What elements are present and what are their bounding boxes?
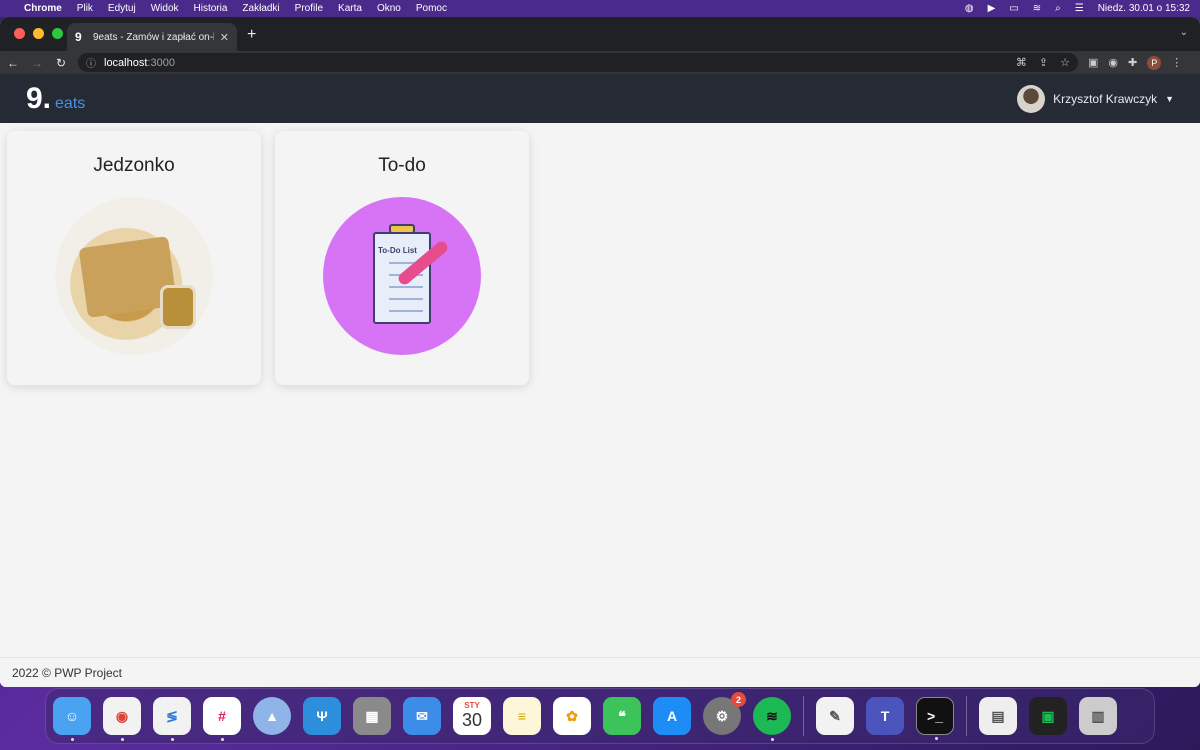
menu-item-historia[interactable]: Historia: [194, 3, 228, 14]
vscode-icon[interactable]: ≶: [153, 697, 191, 741]
app-navbar: 9. eats Krzysztof Krawczyk ▼: [0, 74, 1200, 123]
macos-menu-bar: Chrome Plik Edytuj Widok Historia Zakład…: [0, 0, 1200, 17]
favicon-icon: 9: [75, 30, 82, 44]
food-image: [55, 197, 213, 355]
finder-icon[interactable]: ☺: [53, 697, 91, 741]
app-store-icon[interactable]: A: [653, 697, 691, 735]
slack-icon[interactable]: #: [203, 697, 241, 741]
teams-icon[interactable]: T: [866, 697, 904, 735]
dock-separator: [966, 696, 967, 736]
back-icon[interactable]: ←: [6, 56, 20, 70]
window-controls: [14, 28, 63, 39]
clipboard-clip: [389, 224, 415, 234]
spotify-icon[interactable]: ≋: [753, 697, 791, 741]
mail-icon[interactable]: ✉: [403, 697, 441, 735]
trash-icon[interactable]: ▥: [1079, 697, 1117, 735]
calendar-icon[interactable]: STY 30: [453, 697, 491, 735]
puzzle-extensions-icon[interactable]: ✚: [1128, 56, 1137, 69]
menu-item-karta[interactable]: Karta: [338, 3, 362, 14]
share-icon[interactable]: ⇪: [1039, 56, 1048, 69]
tab-bar: 9 9eats - Zamów i zapłać on-line ✕ + ⌄: [0, 17, 1200, 51]
system-preferences-icon[interactable]: ⚙ 2: [703, 692, 746, 735]
translate-icon[interactable]: ⌘: [1016, 56, 1027, 69]
list-line: [389, 310, 423, 312]
control-center-icon[interactable]: ☰: [1075, 3, 1084, 14]
logo-number: 9.: [26, 81, 52, 115]
browser-toolbar: ← → ↻ ⓘ localhost:3000 ⌘ ⇪ ☆ ▣ ◉ ✚ P ⋮: [0, 51, 1200, 74]
keychain-icon[interactable]: ▲: [253, 697, 291, 735]
messages-icon[interactable]: ❝: [603, 697, 641, 735]
tab-title: 9eats - Zamów i zapłać on-line: [93, 31, 214, 43]
list-line: [389, 298, 423, 300]
notification-badge: 2: [731, 692, 746, 707]
extension-icon-2[interactable]: ◉: [1108, 56, 1118, 69]
todo-list-image: To-Do List: [323, 197, 481, 355]
launchpad-icon[interactable]: ▦: [353, 697, 391, 735]
maximize-window-button[interactable]: [52, 28, 63, 39]
logo-text: eats: [55, 94, 86, 112]
url-port: :3000: [147, 56, 175, 69]
footer-text: 2022 © PWP Project: [12, 666, 123, 680]
card-title: To-do: [378, 155, 426, 176]
tab-search-icon[interactable]: ⌄: [1180, 27, 1188, 38]
play-icon[interactable]: ▶: [988, 3, 996, 14]
menu-app-name[interactable]: Chrome: [24, 3, 62, 14]
browser-window: 9 9eats - Zamów i zapłać on-line ✕ + ⌄ ←…: [0, 17, 1200, 687]
extensions-area: ▣ ◉ ✚ P ⋮: [1088, 55, 1182, 70]
user-avatar: [1017, 84, 1046, 113]
chrome-menu-icon[interactable]: ⋮: [1171, 56, 1182, 69]
document-icon[interactable]: ▤: [979, 697, 1017, 735]
profile-avatar[interactable]: P: [1147, 55, 1162, 70]
list-line: [389, 286, 423, 288]
menu-item-profile[interactable]: Profile: [295, 3, 323, 14]
reload-icon[interactable]: ↻: [54, 56, 68, 70]
site-info-icon[interactable]: ⓘ: [86, 55, 96, 70]
forward-icon[interactable]: →: [30, 56, 44, 70]
extension-icon[interactable]: ▣: [1088, 56, 1098, 69]
menu-item-plik[interactable]: Plik: [77, 3, 93, 14]
user-name: Krzysztof Krawczyk: [1053, 91, 1158, 106]
clipboard-title: To-Do List: [378, 246, 417, 255]
menu-item-pomoc[interactable]: Pomoc: [416, 3, 447, 14]
calendar-day: 30: [461, 710, 483, 730]
bookmark-star-icon[interactable]: ☆: [1060, 56, 1070, 69]
url-host: localhost: [104, 56, 148, 69]
macos-dock: ☺ ◉ ≶ # ▲ Ψ ▦ ✉ STY 30 ≡ ✿ ❝ A ⚙ 2 ≋ ✎ T …: [45, 688, 1155, 744]
terminal-icon[interactable]: >_: [916, 697, 954, 740]
menu-item-edytuj[interactable]: Edytuj: [108, 3, 136, 14]
photos-icon[interactable]: ✿: [553, 697, 591, 735]
menu-item-okno[interactable]: Okno: [377, 3, 401, 14]
menubar-clock[interactable]: Niedz. 30.01 o 15:32: [1098, 3, 1190, 14]
sauce-cup: [160, 285, 196, 329]
address-bar[interactable]: ⓘ localhost:3000 ⌘ ⇪ ☆: [78, 53, 1078, 72]
close-window-button[interactable]: [14, 28, 25, 39]
chrome-icon[interactable]: ◉: [103, 697, 141, 741]
card-jedzonko[interactable]: Jedzonko: [7, 131, 261, 385]
caret-down-icon: ▼: [1165, 93, 1174, 104]
wifi-icon[interactable]: ≋: [1033, 3, 1041, 14]
calendar-month: STY: [464, 701, 480, 710]
user-menu[interactable]: Krzysztof Krawczyk ▼: [1017, 84, 1174, 113]
card-todo[interactable]: To-do To-Do List: [275, 131, 529, 385]
app-logo[interactable]: 9. eats: [26, 81, 86, 115]
browser-tab[interactable]: 9 9eats - Zamów i zapłać on-line ✕: [67, 23, 237, 51]
globe-icon[interactable]: ◍: [965, 3, 974, 14]
textedit-icon[interactable]: ✎: [816, 697, 854, 735]
card-title: Jedzonko: [93, 155, 175, 176]
menu-item-widok[interactable]: Widok: [151, 3, 179, 14]
dock-separator: [803, 696, 804, 736]
minimize-window-button[interactable]: [33, 28, 44, 39]
notes-icon[interactable]: ≡: [503, 697, 541, 735]
menu-item-zakladki[interactable]: Zakładki: [242, 3, 279, 14]
new-tab-button[interactable]: +: [247, 26, 256, 44]
fork-icon[interactable]: Ψ: [303, 697, 341, 735]
search-icon[interactable]: ⌕: [1055, 3, 1061, 14]
main-content: Jedzonko To-do To-Do List: [0, 123, 1200, 656]
battery-icon[interactable]: ▭: [1009, 3, 1018, 14]
page-footer: 2022 © PWP Project: [0, 657, 1200, 687]
spotify-window-icon[interactable]: ▣: [1029, 697, 1067, 735]
tab-close-icon[interactable]: ✕: [220, 31, 229, 44]
